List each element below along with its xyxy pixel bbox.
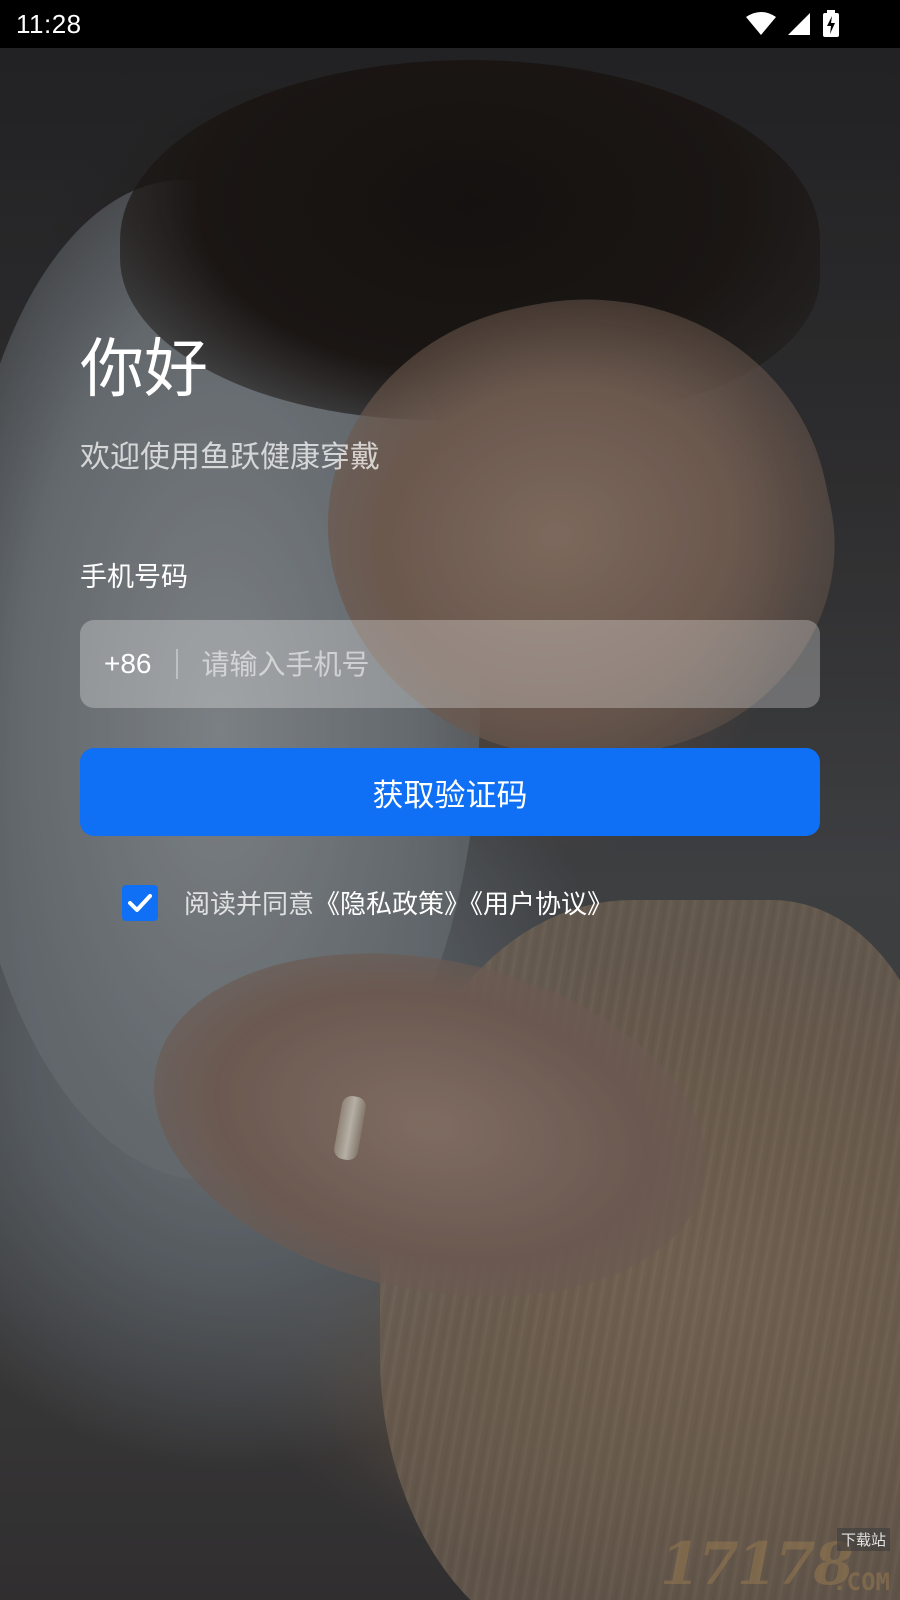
wifi-icon (746, 12, 776, 36)
agreement-prefix: 阅读并同意 (184, 890, 315, 920)
country-code[interactable]: +86 (104, 648, 152, 680)
phone-number-field[interactable]: +86 (80, 620, 820, 708)
greeting-title: 你好 (80, 333, 208, 407)
privacy-policy-link[interactable]: 《隐私政策》 (314, 890, 470, 920)
status-icons (746, 10, 840, 38)
user-agreement-link[interactable]: 《用户协议》 (470, 890, 613, 920)
get-verification-code-button[interactable]: 获取验证码 (80, 748, 820, 836)
welcome-subtitle: 欢迎使用鱼跃健康穿戴 (80, 440, 380, 475)
phone-number-label: 手机号码 (80, 562, 188, 593)
site-watermark: 17178 下载站 .COM (660, 1528, 890, 1598)
battery-charging-icon (822, 10, 840, 38)
checkmark-icon (128, 893, 152, 912)
status-time: 11:28 (16, 8, 82, 39)
agreement-checkbox[interactable] (122, 884, 158, 921)
field-divider (175, 649, 178, 679)
phone-number-input[interactable] (201, 634, 796, 694)
status-bar: 11:28 (0, 0, 900, 48)
watermark-tag: 下载站 (836, 1528, 890, 1551)
agreement-row: 阅读并同意《隐私政策》《用户协议》 (122, 884, 613, 921)
watermark-suffix: .COM (832, 1568, 890, 1596)
watermark-number: 17178 (660, 1530, 854, 1598)
agreement-text: 阅读并同意《隐私政策》《用户协议》 (184, 884, 613, 921)
cellular-signal-icon (786, 12, 812, 36)
